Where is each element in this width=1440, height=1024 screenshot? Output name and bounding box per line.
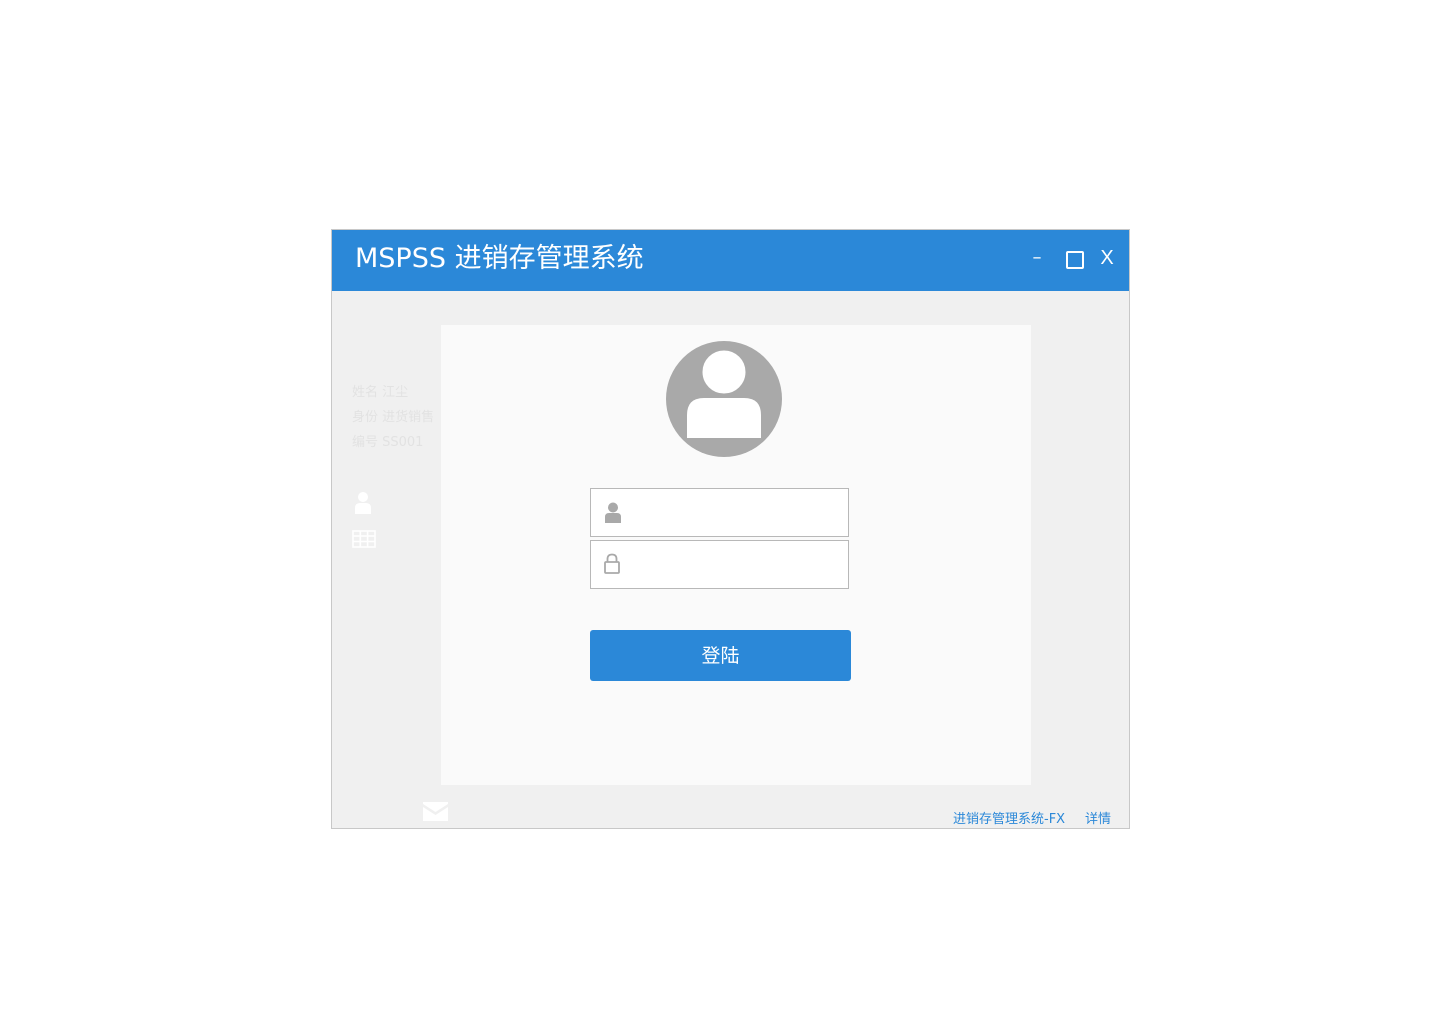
avatar-icon [666, 341, 782, 457]
title-bar[interactable]: MSPSS 进销存管理系统 – X [332, 230, 1129, 291]
window-title: MSPSS 进销存管理系统 [355, 243, 644, 274]
user-icon [605, 502, 621, 523]
maximize-icon [1066, 251, 1084, 269]
username-field[interactable] [590, 488, 849, 538]
user-name-line: 姓名 江尘 [352, 385, 409, 400]
user-role-line: 身份 进货销售 [352, 410, 435, 425]
table-icon[interactable] [352, 530, 376, 548]
minimize-button[interactable]: – [1027, 244, 1047, 272]
lock-icon [604, 553, 620, 574]
login-button[interactable]: 登陆 [590, 630, 851, 681]
user-icon[interactable] [354, 491, 372, 515]
password-input[interactable] [633, 541, 847, 590]
login-window: MSPSS 进销存管理系统 – X 姓名 江尘 身份 进货销售 编号 SS001 [331, 229, 1130, 829]
user-id-line: 编号 SS001 [352, 435, 424, 450]
username-input[interactable] [633, 489, 847, 538]
mail-icon[interactable] [423, 802, 448, 821]
maximize-button[interactable] [1063, 244, 1085, 272]
user-info: 姓名 江尘 身份 进货销售 编号 SS001 [352, 380, 434, 455]
detail-link[interactable]: 详情 [1085, 810, 1111, 830]
login-panel: 登陆 [441, 325, 1031, 785]
close-button[interactable]: X [1095, 244, 1119, 272]
password-field[interactable] [590, 540, 849, 590]
system-link[interactable]: 进销存管理系统-FX [953, 810, 1065, 830]
